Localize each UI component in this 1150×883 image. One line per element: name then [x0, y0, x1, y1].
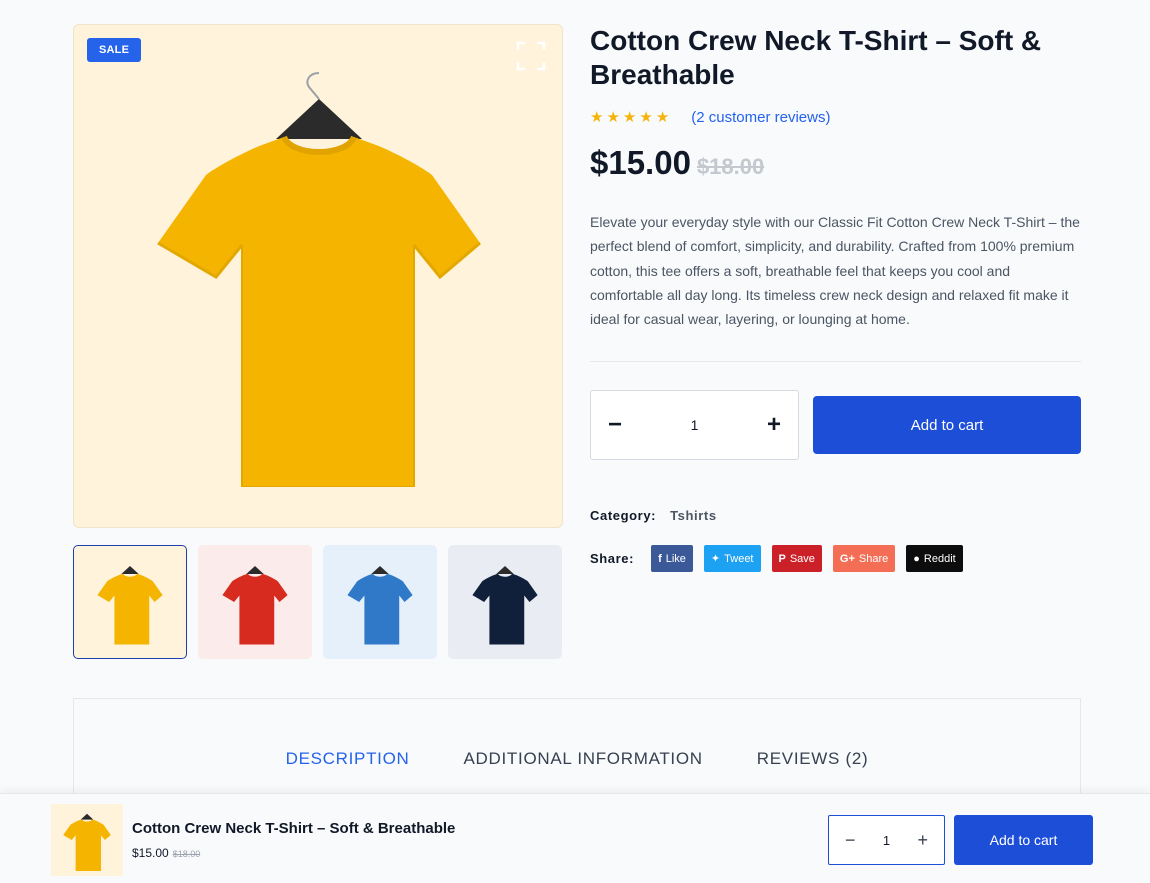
star-icon: ★ [622, 109, 637, 126]
product-title: Cotton Crew Neck T-Shirt – Soft & Breath… [590, 25, 1042, 90]
share-pinterest-button[interactable]: P Save [771, 545, 822, 573]
product-tabs-panel: DESCRIPTION ADDITIONAL INFORMATION REVIEWS… [73, 698, 1081, 808]
thumbnail-navy[interactable] [448, 545, 562, 659]
thumbnail-red[interactable] [198, 545, 312, 659]
sticky-cart-bar: Cotton Crew Neck T-Shirt – Soft & Breath… [0, 793, 1150, 883]
share-button-label: Like [665, 552, 686, 565]
tshirt-image [97, 565, 163, 645]
sticky-add-to-cart-button[interactable]: Add to cart [954, 815, 1093, 865]
sticky-current-price: $15.00 [132, 846, 169, 860]
product-gallery: SALE [73, 24, 563, 659]
star-icon: ★ [590, 109, 604, 126]
rating-row: ★ ★ ★ ★ ★ (2 customer reviews) [590, 108, 1081, 127]
share-twitter-icon: ✦ [710, 553, 721, 566]
thumbnail-blue[interactable] [323, 545, 437, 659]
increase-quantity-button[interactable]: + [764, 411, 784, 439]
share-label: Share: [590, 551, 635, 567]
tshirt-image [63, 813, 111, 871]
sticky-product-thumbnail [51, 804, 123, 876]
tshirt-image [472, 565, 538, 645]
star-icon: ★ [606, 109, 620, 126]
tab-description[interactable]: DESCRIPTION [286, 749, 410, 769]
sticky-original-price: $18.00 [172, 849, 201, 859]
main-product-image[interactable]: SALE [73, 24, 563, 528]
add-to-cart-button[interactable]: Add to cart [813, 396, 1081, 455]
sale-badge: SALE [87, 38, 142, 62]
category-label: Category: [590, 508, 657, 524]
product-info: Cotton Crew Neck T-Shirt – Soft & Breath… [590, 24, 1081, 573]
decrease-quantity-button[interactable]: − [605, 411, 625, 439]
sticky-prices: $15.00 $18.00 [132, 846, 200, 860]
share-button-label: Tweet [724, 552, 754, 565]
sticky-increase-button[interactable]: + [917, 830, 928, 851]
sticky-quantity-stepper: − 1 + [828, 815, 945, 865]
share-facebook-icon: f [658, 552, 662, 565]
share-button-label: Reddit [923, 552, 956, 565]
price-row: $15.00 $18.00 [590, 144, 1081, 182]
customer-reviews-link[interactable]: (2 customer reviews) [691, 109, 830, 126]
sticky-quantity-input[interactable]: 1 [883, 833, 890, 848]
expand-icon[interactable] [516, 41, 546, 71]
share-pinterest-icon: P [778, 552, 786, 565]
star-rating: ★ ★ ★ ★ ★ [590, 108, 669, 126]
share-button-label: Save [789, 552, 815, 565]
add-to-cart-row: − 1 + Add to cart [590, 390, 1081, 461]
category-link[interactable]: Tshirts [670, 508, 717, 523]
share-twitter-button[interactable]: ✦ Tweet [703, 545, 761, 573]
quantity-stepper: − 1 + [590, 390, 799, 461]
share-facebook-button[interactable]: f Like [651, 545, 693, 573]
divider [590, 361, 1081, 363]
star-icon: ★ [639, 109, 653, 126]
quantity-input[interactable]: 1 [691, 417, 699, 433]
original-price: $18.00 [696, 154, 765, 179]
thumbnail-yellow[interactable] [73, 545, 187, 659]
share-button-label: Share [858, 552, 889, 565]
tshirt-image [222, 565, 288, 645]
share-google-icon: G+ [839, 552, 855, 565]
current-price: $15.00 [590, 144, 691, 181]
product-description: Elevate your everyday style with our Cla… [590, 214, 1080, 328]
share-google-button[interactable]: G+ Share [832, 545, 896, 573]
sticky-product-title: Cotton Crew Neck T-Shirt – Soft & Breath… [132, 820, 456, 837]
tab-additional-information[interactable]: ADDITIONAL INFORMATION [464, 749, 703, 769]
category-row: Category: Tshirts [590, 508, 1081, 523]
star-icon: ★ [655, 109, 670, 126]
sticky-decrease-button[interactable]: − [845, 830, 856, 851]
tshirt-image [347, 565, 413, 645]
share-row: Share: f Like ✦ Tweet P Save G+ Share ● Reddit [590, 545, 1081, 573]
tab-reviews[interactable]: REVIEWS (2) [757, 749, 869, 769]
tshirt-image [157, 72, 481, 487]
thumbnail-strip [73, 545, 563, 659]
product-tabs: DESCRIPTION ADDITIONAL INFORMATION REVIEWS… [74, 749, 1080, 769]
share-reddit-icon: ● [913, 552, 920, 565]
share-reddit-button[interactable]: ● Reddit [906, 545, 963, 573]
